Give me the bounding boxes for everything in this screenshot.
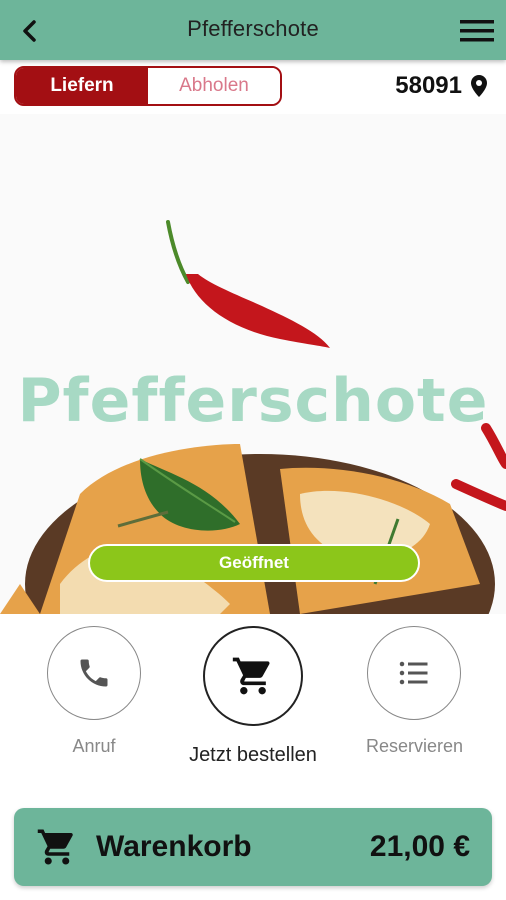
delivery-mode-toggle: Liefern Abholen (14, 66, 282, 106)
order-now-label: Jetzt bestellen (189, 744, 317, 766)
hero-banner: Pfefferschote Geöffnet (0, 114, 506, 614)
cart-bar-icon (37, 829, 73, 865)
app-header: Pfefferschote (0, 0, 506, 60)
list-icon (399, 661, 428, 685)
cart-label: Warenkorb (96, 830, 252, 863)
reserve-label: Reservieren (366, 736, 464, 756)
reserve-button[interactable] (367, 626, 461, 720)
call-button[interactable] (47, 626, 141, 720)
reserve-action[interactable]: Reservieren (366, 626, 464, 757)
hero-food-illustration (0, 220, 506, 614)
order-now-button[interactable] (203, 626, 303, 726)
menu-button[interactable] (458, 14, 496, 48)
phone-icon (80, 659, 108, 687)
order-action[interactable]: Jetzt bestellen (189, 626, 317, 767)
deliver-option[interactable]: Liefern (16, 68, 148, 104)
postal-code: 58091 (395, 72, 462, 99)
cart-icon (232, 657, 270, 695)
restaurant-logo-text: Pfefferschote (17, 366, 489, 436)
open-status-badge: Geöffnet (88, 544, 420, 582)
call-label: Anruf (72, 736, 116, 756)
location-pin-icon (471, 75, 487, 97)
hamburger-menu-icon (460, 20, 494, 42)
page-title: Pfefferschote (187, 16, 319, 41)
postal-code-selector[interactable]: 58091 (395, 72, 488, 100)
pickup-option[interactable]: Abholen (148, 68, 280, 104)
cart-bar[interactable]: Warenkorb 21,00 € (14, 808, 492, 886)
call-action[interactable]: Anruf (46, 626, 142, 757)
cart-total: 21,00 € (369, 830, 470, 863)
